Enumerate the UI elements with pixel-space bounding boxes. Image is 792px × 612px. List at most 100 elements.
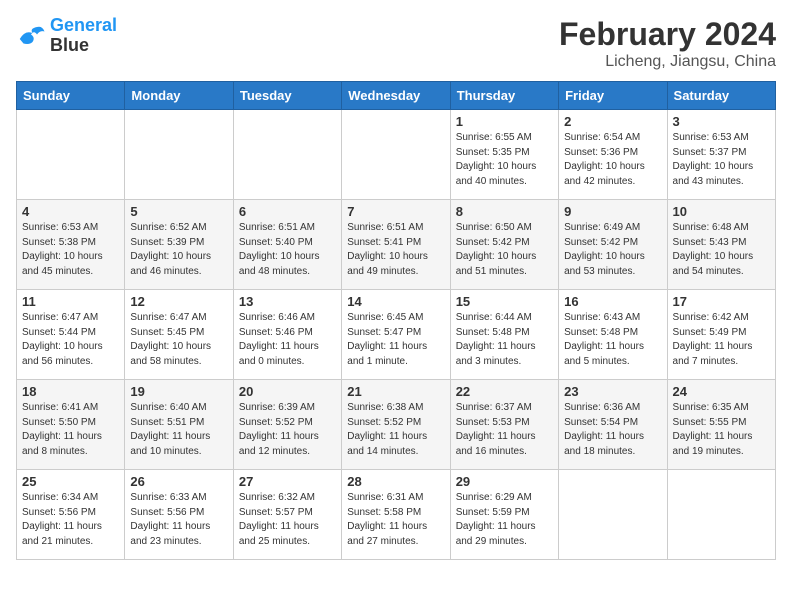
calendar-cell: [667, 470, 775, 560]
calendar-cell: 27 Sunrise: 6:32 AM Sunset: 5:57 PM Dayli…: [233, 470, 341, 560]
day-info: Sunrise: 6:51 AM Sunset: 5:41 PM Dayligh…: [347, 221, 444, 279]
day-number: 11: [22, 294, 119, 309]
day-number: 5: [130, 204, 227, 219]
calendar-cell: 17Sunrise: 6:42 AM Sunset: 5:49 PM Dayli…: [667, 290, 775, 380]
day-number: 29: [456, 474, 553, 489]
day-info: Sunrise: 6:39 AM Sunset: 5:52 PM Dayligh…: [239, 401, 336, 459]
calendar-cell: 22Sunrise: 6:37 AM Sunset: 5:53 PM Dayli…: [450, 380, 558, 470]
calendar-cell: 28 Sunrise: 6:31 AM Sunset: 5:58 PM Dayli…: [342, 470, 450, 560]
logo-bird-icon: [16, 24, 46, 48]
day-number: 26: [130, 474, 227, 489]
calendar-week-row: 4Sunrise: 6:53 AM Sunset: 5:38 PM Daylig…: [17, 200, 776, 290]
day-number: 21: [347, 384, 444, 399]
calendar-cell: [125, 110, 233, 200]
location-title: Licheng, Jiangsu, China: [559, 53, 776, 71]
logo-text: GeneralBlue: [50, 16, 117, 56]
calendar-cell: 7Sunrise: 6:51 AM Sunset: 5:41 PM Daylig…: [342, 200, 450, 290]
day-info: Sunrise: 6:51 AM Sunset: 5:40 PM Dayligh…: [239, 221, 336, 279]
day-info: Sunrise: 6:52 AM Sunset: 5:39 PM Dayligh…: [130, 221, 227, 279]
day-info: Sunrise: 6:37 AM Sunset: 5:53 PM Dayligh…: [456, 401, 553, 459]
calendar-cell: 18 Sunrise: 6:41 AM Sunset: 5:50 PM Dayli…: [17, 380, 125, 470]
day-info: Sunrise: 6:47 AM Sunset: 5:44 PM Dayligh…: [22, 311, 119, 369]
calendar-cell: 16 Sunrise: 6:43 AM Sunset: 5:48 PM Dayli…: [559, 290, 667, 380]
weekday-header-saturday: Saturday: [667, 82, 775, 110]
logo: GeneralBlue: [16, 16, 117, 56]
calendar-week-row: 25 Sunrise: 6:34 AM Sunset: 5:56 PM Dayli…: [17, 470, 776, 560]
calendar-cell: 19 Sunrise: 6:40 AM Sunset: 5:51 PM Dayli…: [125, 380, 233, 470]
day-number: 19: [130, 384, 227, 399]
weekday-header-thursday: Thursday: [450, 82, 558, 110]
calendar-cell: 29 Sunrise: 6:29 AM Sunset: 5:59 PM Dayli…: [450, 470, 558, 560]
calendar-week-row: 11 Sunrise: 6:47 AM Sunset: 5:44 PM Dayli…: [17, 290, 776, 380]
day-number: 23: [564, 384, 661, 399]
calendar-cell: 3 Sunrise: 6:53 AM Sunset: 5:37 PM Daylig…: [667, 110, 775, 200]
day-info: Sunrise: 6:35 AM Sunset: 5:55 PM Dayligh…: [673, 401, 770, 459]
calendar-cell: [559, 470, 667, 560]
weekday-header-wednesday: Wednesday: [342, 82, 450, 110]
calendar-table: SundayMondayTuesdayWednesdayThursdayFrid…: [16, 81, 776, 560]
day-number: 12: [130, 294, 227, 309]
calendar-cell: 10 Sunrise: 6:48 AM Sunset: 5:43 PM Dayli…: [667, 200, 775, 290]
day-number: 2: [564, 114, 661, 129]
calendar-cell: 9 Sunrise: 6:49 AM Sunset: 5:42 PM Daylig…: [559, 200, 667, 290]
day-info: Sunrise: 6:40 AM Sunset: 5:51 PM Dayligh…: [130, 401, 227, 459]
day-info: Sunrise: 6:29 AM Sunset: 5:59 PM Dayligh…: [456, 491, 553, 549]
day-info: Sunrise: 6:50 AM Sunset: 5:42 PM Dayligh…: [456, 221, 553, 279]
day-number: 25: [22, 474, 119, 489]
day-info: Sunrise: 6:45 AM Sunset: 5:47 PM Dayligh…: [347, 311, 444, 369]
calendar-cell: 8 Sunrise: 6:50 AM Sunset: 5:42 PM Daylig…: [450, 200, 558, 290]
day-info: Sunrise: 6:53 AM Sunset: 5:38 PM Dayligh…: [22, 221, 119, 279]
weekday-header-monday: Monday: [125, 82, 233, 110]
month-title: February 2024: [559, 16, 776, 53]
day-info: Sunrise: 6:53 AM Sunset: 5:37 PM Dayligh…: [673, 131, 770, 189]
day-info: Sunrise: 6:55 AM Sunset: 5:35 PM Dayligh…: [456, 131, 553, 189]
calendar-cell: 23 Sunrise: 6:36 AM Sunset: 5:54 PM Dayli…: [559, 380, 667, 470]
weekday-header-tuesday: Tuesday: [233, 82, 341, 110]
calendar-cell: 25 Sunrise: 6:34 AM Sunset: 5:56 PM Dayli…: [17, 470, 125, 560]
page-header: GeneralBlue February 2024 Licheng, Jiang…: [16, 16, 776, 71]
calendar-cell: 11 Sunrise: 6:47 AM Sunset: 5:44 PM Dayli…: [17, 290, 125, 380]
calendar-cell: [342, 110, 450, 200]
calendar-cell: 26 Sunrise: 6:33 AM Sunset: 5:56 PM Dayli…: [125, 470, 233, 560]
day-number: 16: [564, 294, 661, 309]
day-number: 10: [673, 204, 770, 219]
calendar-cell: 1Sunrise: 6:55 AM Sunset: 5:35 PM Daylig…: [450, 110, 558, 200]
day-number: 9: [564, 204, 661, 219]
calendar-header-row: SundayMondayTuesdayWednesdayThursdayFrid…: [17, 82, 776, 110]
day-info: Sunrise: 6:36 AM Sunset: 5:54 PM Dayligh…: [564, 401, 661, 459]
calendar-cell: [233, 110, 341, 200]
day-number: 3: [673, 114, 770, 129]
day-info: Sunrise: 6:33 AM Sunset: 5:56 PM Dayligh…: [130, 491, 227, 549]
day-number: 15: [456, 294, 553, 309]
day-info: Sunrise: 6:44 AM Sunset: 5:48 PM Dayligh…: [456, 311, 553, 369]
day-number: 27: [239, 474, 336, 489]
weekday-header-friday: Friday: [559, 82, 667, 110]
day-info: Sunrise: 6:47 AM Sunset: 5:45 PM Dayligh…: [130, 311, 227, 369]
calendar-cell: 20 Sunrise: 6:39 AM Sunset: 5:52 PM Dayli…: [233, 380, 341, 470]
calendar-cell: 14Sunrise: 6:45 AM Sunset: 5:47 PM Dayli…: [342, 290, 450, 380]
day-info: Sunrise: 6:31 AM Sunset: 5:58 PM Dayligh…: [347, 491, 444, 549]
day-number: 6: [239, 204, 336, 219]
calendar-cell: 5 Sunrise: 6:52 AM Sunset: 5:39 PM Daylig…: [125, 200, 233, 290]
day-info: Sunrise: 6:48 AM Sunset: 5:43 PM Dayligh…: [673, 221, 770, 279]
day-info: Sunrise: 6:43 AM Sunset: 5:48 PM Dayligh…: [564, 311, 661, 369]
calendar-cell: 15 Sunrise: 6:44 AM Sunset: 5:48 PM Dayli…: [450, 290, 558, 380]
day-info: Sunrise: 6:32 AM Sunset: 5:57 PM Dayligh…: [239, 491, 336, 549]
title-block: February 2024 Licheng, Jiangsu, China: [559, 16, 776, 71]
calendar-week-row: 18 Sunrise: 6:41 AM Sunset: 5:50 PM Dayli…: [17, 380, 776, 470]
day-number: 13: [239, 294, 336, 309]
day-info: Sunrise: 6:46 AM Sunset: 5:46 PM Dayligh…: [239, 311, 336, 369]
day-number: 8: [456, 204, 553, 219]
day-number: 28: [347, 474, 444, 489]
day-info: Sunrise: 6:34 AM Sunset: 5:56 PM Dayligh…: [22, 491, 119, 549]
day-number: 18: [22, 384, 119, 399]
weekday-header-sunday: Sunday: [17, 82, 125, 110]
calendar-cell: [17, 110, 125, 200]
day-number: 24: [673, 384, 770, 399]
calendar-cell: 4Sunrise: 6:53 AM Sunset: 5:38 PM Daylig…: [17, 200, 125, 290]
calendar-cell: 13 Sunrise: 6:46 AM Sunset: 5:46 PM Dayli…: [233, 290, 341, 380]
day-info: Sunrise: 6:54 AM Sunset: 5:36 PM Dayligh…: [564, 131, 661, 189]
day-info: Sunrise: 6:41 AM Sunset: 5:50 PM Dayligh…: [22, 401, 119, 459]
day-info: Sunrise: 6:49 AM Sunset: 5:42 PM Dayligh…: [564, 221, 661, 279]
day-number: 20: [239, 384, 336, 399]
